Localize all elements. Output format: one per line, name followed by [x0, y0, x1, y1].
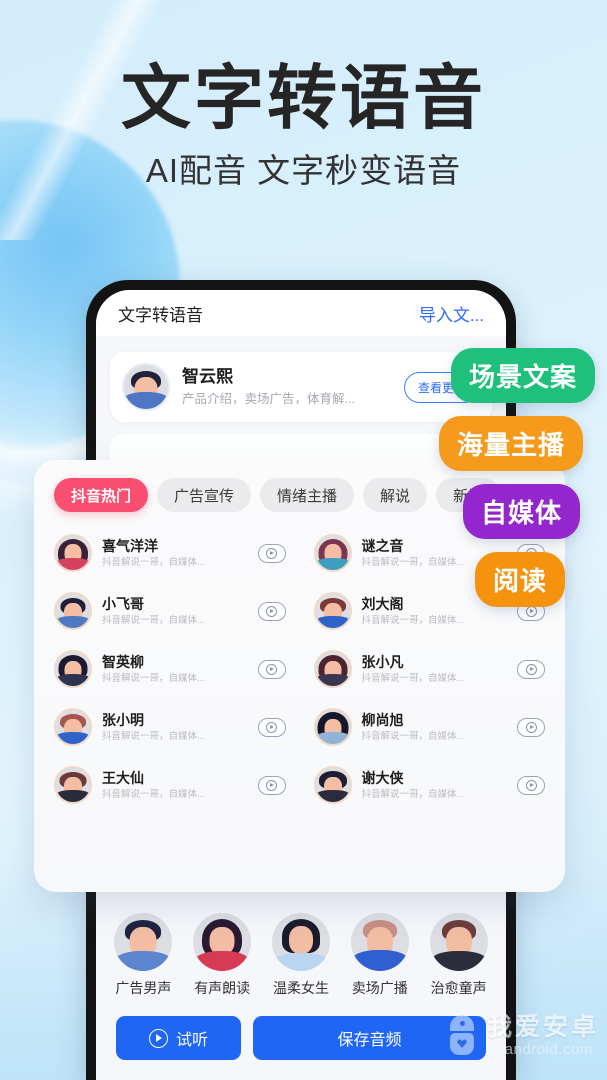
- watermark-en: 52android.com: [486, 1041, 593, 1059]
- voice-text: 张小明 抖音解说一哥，自媒体...: [102, 711, 248, 744]
- voice-desc: 抖音解说一哥，自媒体...: [102, 556, 205, 568]
- quick-voice-item[interactable]: 广告男声: [107, 913, 179, 998]
- voice-play-button[interactable]: [517, 717, 545, 737]
- voice-text: 智英柳 抖音解说一哥，自媒体...: [102, 653, 248, 686]
- voice-name: 喜气洋洋: [102, 537, 158, 554]
- voice-avatar: [313, 592, 352, 630]
- voice-avatar: [54, 708, 92, 746]
- voice-name: 智英柳: [102, 653, 144, 670]
- badge-self-media: 自媒体: [463, 484, 581, 539]
- quick-voice-strip: 广告男声 有声朗读 温柔女生 卖场广播 治愈童声: [96, 913, 506, 998]
- page-title: 文字转语音: [121, 59, 486, 137]
- avatar-male-dark-icon: [429, 913, 488, 971]
- voice-list-item[interactable]: 王大仙 抖音解说一哥，自媒体...: [40, 756, 300, 814]
- voice-desc: 抖音解说一哥，自媒体...: [102, 614, 205, 626]
- feature-badges: 场景文案 海量主播 自媒体 阅读: [427, 348, 607, 620]
- badge-mass-hosts: 海量主播: [439, 416, 584, 471]
- quick-voice-label: 有声朗读: [194, 980, 251, 996]
- voice-text: 谢大侠 抖音解说一哥，自媒体...: [362, 769, 508, 802]
- voice-desc: 抖音解说一哥，自媒体...: [361, 672, 465, 684]
- voice-play-button[interactable]: [257, 659, 286, 679]
- voice-play-button[interactable]: [517, 775, 545, 795]
- speaker-text: 智云熙 产品介绍，卖场广告，体育解...: [182, 366, 392, 408]
- voice-name: 小飞哥: [102, 595, 144, 612]
- voice-avatar: [54, 766, 92, 804]
- tab-commentary[interactable]: 解说: [363, 478, 428, 512]
- badge-reading: 阅读: [475, 552, 566, 607]
- voice-name: 谢大侠: [361, 769, 404, 786]
- speaker-desc: 产品介绍，卖场广告，体育解...: [182, 392, 355, 406]
- voice-avatar: [54, 534, 92, 572]
- avatar-male-blond-icon: [350, 913, 409, 971]
- voice-desc: 抖音解说一哥，自媒体...: [361, 730, 465, 742]
- speaker-name: 智云熙: [182, 367, 233, 386]
- voice-desc: 抖音解说一哥，自媒体...: [102, 788, 205, 800]
- voice-text: 柳尚旭 抖音解说一哥，自媒体...: [362, 711, 508, 744]
- voice-name: 王大仙: [102, 769, 144, 786]
- voice-play-button[interactable]: [517, 659, 545, 679]
- preview-button[interactable]: 试听: [116, 1016, 241, 1060]
- voice-desc: 抖音解说一哥，自媒体...: [102, 730, 205, 742]
- voice-play-button[interactable]: [257, 601, 286, 621]
- preview-button-label: 试听: [175, 1032, 208, 1049]
- voice-avatar: [313, 766, 352, 804]
- android-robot-icon: [444, 1015, 480, 1057]
- save-audio-label: 保存音频: [337, 1032, 402, 1049]
- avatar-female-bob-icon: [271, 913, 330, 971]
- avatar-male-blue-icon: [114, 913, 173, 971]
- voice-desc: 抖音解说一哥，自媒体...: [102, 672, 205, 684]
- voice-avatar: [54, 592, 92, 630]
- quick-voice-label: 温柔女生: [272, 980, 329, 996]
- tab-emotion-host[interactable]: 情绪主播: [260, 478, 355, 512]
- app-header: 文字转语音 导入文...: [96, 290, 506, 336]
- avatar-female-red-icon: [193, 913, 252, 971]
- page-subtitle: AI配音 文字秒变语音: [145, 152, 462, 189]
- badge-scene-copy: 场景文案: [451, 348, 596, 403]
- voice-play-button[interactable]: [257, 717, 286, 737]
- quick-voice-item[interactable]: 治愈童声: [423, 913, 495, 998]
- voice-list-item[interactable]: 智英柳 抖音解说一哥，自媒体...: [40, 640, 300, 698]
- quick-voice-item[interactable]: 有声朗读: [186, 913, 258, 998]
- voice-avatar: [313, 534, 352, 572]
- voice-list-item[interactable]: 谢大侠 抖音解说一哥，自媒体...: [300, 756, 560, 814]
- voice-avatar: [313, 650, 352, 688]
- voice-text: 王大仙 抖音解说一哥，自媒体...: [102, 769, 248, 802]
- quick-voice-label: 治愈童声: [430, 980, 487, 996]
- play-circle-icon: [148, 1028, 168, 1048]
- quick-voice-item[interactable]: 温柔女生: [265, 913, 337, 998]
- import-text-link[interactable]: 导入文...: [419, 301, 484, 326]
- app-title: 文字转语音: [118, 305, 203, 325]
- quick-voice-label: 卖场广播: [351, 980, 408, 996]
- voice-list-item[interactable]: 小飞哥 抖音解说一哥，自媒体...: [40, 582, 300, 640]
- voice-desc: 抖音解说一哥，自媒体...: [361, 788, 465, 800]
- quick-voice-item[interactable]: 卖场广播: [344, 913, 416, 998]
- watermark: 我爱安卓 52android.com: [444, 1014, 599, 1058]
- voice-list-item[interactable]: 张小凡 抖音解说一哥，自媒体...: [300, 640, 560, 698]
- watermark-text: 我爱安卓 52android.com: [487, 1014, 599, 1058]
- speaker-avatar: [122, 363, 170, 411]
- voice-name: 柳尚旭: [361, 711, 404, 728]
- tab-douyin-hot[interactable]: 抖音热门: [54, 478, 149, 512]
- voice-text: 张小凡 抖音解说一哥，自媒体...: [362, 653, 508, 686]
- voice-text: 小飞哥 抖音解说一哥，自媒体...: [102, 595, 248, 628]
- voice-list-item[interactable]: 张小明 抖音解说一哥，自媒体...: [40, 698, 300, 756]
- voice-play-button[interactable]: [257, 543, 286, 563]
- voice-name: 张小明: [102, 711, 144, 728]
- voice-list-item[interactable]: 柳尚旭 抖音解说一哥，自媒体...: [300, 698, 560, 756]
- voice-list-item[interactable]: 喜气洋洋 抖音解说一哥，自媒体...: [40, 524, 300, 582]
- tab-ad-promo[interactable]: 广告宣传: [157, 478, 252, 512]
- quick-voice-label: 广告男声: [115, 980, 172, 996]
- voice-avatar: [313, 708, 352, 746]
- voice-avatar: [54, 650, 92, 688]
- voice-play-button[interactable]: [257, 775, 286, 795]
- hero-section: 文字转语音 AI配音 文字秒变语音: [0, 56, 607, 192]
- voice-text: 喜气洋洋 抖音解说一哥，自媒体...: [102, 537, 248, 570]
- watermark-cn: 我爱安卓: [486, 1013, 599, 1041]
- voice-name: 张小凡: [361, 653, 404, 670]
